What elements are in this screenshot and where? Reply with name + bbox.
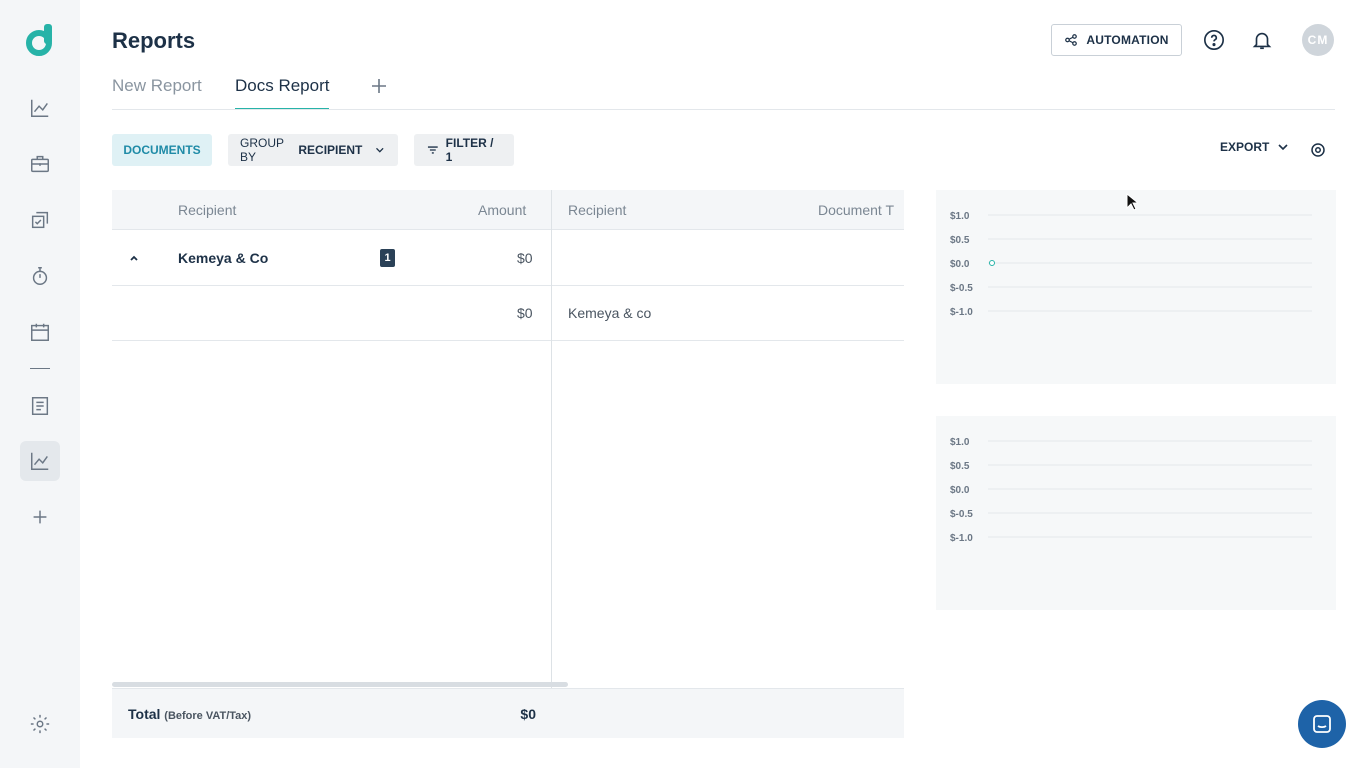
- sidebar-divider: [30, 368, 50, 369]
- chart-2-y-tick-label: $-1.0: [950, 533, 973, 544]
- group-amount: $0: [517, 250, 533, 266]
- table-settings-gear-icon[interactable]: [1309, 141, 1327, 159]
- chart-1-y-tick-label: $0.0: [950, 259, 970, 270]
- document-icon: [31, 397, 49, 415]
- export-label: EXPORT: [1220, 140, 1270, 154]
- notifications-button[interactable]: [1250, 28, 1274, 52]
- briefcase-icon: [31, 155, 49, 173]
- tab-docs-report[interactable]: Docs Report: [235, 76, 330, 110]
- chat-launcher-button[interactable]: [1298, 700, 1346, 748]
- documents-chip[interactable]: DOCUMENTS: [112, 134, 212, 166]
- col-header-amount[interactable]: Amount: [478, 202, 526, 218]
- total-value: $0: [520, 706, 536, 722]
- chart-2: $1.0 $0.5 $0.0 $-0.5 $-1.0: [936, 416, 1336, 610]
- col-header-document-type[interactable]: Document T: [818, 202, 894, 218]
- sidebar-item-dashboard[interactable]: [20, 88, 60, 128]
- chart-2-y-tick-label: $0.5: [950, 461, 970, 472]
- chart-1-y-tick-label: $1.0: [950, 211, 970, 222]
- chart-2-y-tick-label: $-0.5: [950, 509, 973, 520]
- chevron-down-icon: [1278, 144, 1288, 151]
- horizontal-scrollbar[interactable]: [112, 682, 568, 687]
- table-header: Recipient Amount Recipient Document T: [112, 190, 904, 230]
- sidebar-add-button[interactable]: [20, 497, 60, 537]
- automation-label: AUTOMATION: [1086, 33, 1169, 47]
- filter-button[interactable]: FILTER / 1: [414, 134, 514, 166]
- col-header-recipient[interactable]: Recipient: [178, 202, 236, 218]
- col-header-recipient-detail[interactable]: Recipient: [568, 202, 626, 218]
- group-by-value: RECIPIENT: [298, 143, 363, 157]
- bell-icon: [1252, 32, 1272, 50]
- tabs-divider: [112, 109, 1335, 110]
- total-label: Total (Before VAT/Tax): [128, 706, 251, 722]
- chart-1-data-point[interactable]: [989, 260, 995, 266]
- filter-icon: [427, 146, 438, 154]
- help-button[interactable]: [1202, 28, 1226, 52]
- app-logo[interactable]: [26, 24, 54, 56]
- group-name: Kemeya & Co: [178, 250, 269, 266]
- page-title: Reports: [112, 28, 196, 53]
- group-by-prefix: GROUP BY: [240, 136, 284, 164]
- chart-1-y-tick-label: $-0.5: [950, 283, 973, 294]
- chevron-down-icon: [376, 147, 384, 153]
- checklist-icon: [31, 211, 49, 229]
- total-label-text: Total: [128, 706, 161, 722]
- sidebar: [0, 0, 80, 768]
- gear-icon: [30, 714, 50, 734]
- calendar-icon: [31, 323, 49, 341]
- add-tab-plus-icon[interactable]: [369, 76, 389, 96]
- share-nodes-icon: [1065, 34, 1078, 46]
- report-table: Recipient Amount Recipient Document T Ke…: [112, 190, 904, 738]
- chart-2-y-tick-label: $0.0: [950, 485, 970, 496]
- help-icon: [1204, 30, 1224, 50]
- chart-1-y-tick-label: $0.5: [950, 235, 970, 246]
- chart-1-svg: $1.0 $0.5 $0.0 $-0.5 $-1.0: [950, 211, 1312, 318]
- stopwatch-icon: [32, 267, 48, 285]
- sidebar-item-reports[interactable]: [20, 441, 60, 481]
- sidebar-item-projects[interactable]: [20, 144, 60, 184]
- line-chart-icon: [31, 452, 49, 470]
- sidebar-item-timer[interactable]: [20, 256, 60, 296]
- mouse-cursor-icon: [1126, 193, 1138, 211]
- group-count-badge: 1: [380, 249, 395, 267]
- row-amount: $0: [517, 305, 533, 321]
- line-chart-icon: [31, 99, 49, 117]
- table-footer: Total (Before VAT/Tax) $0: [112, 688, 904, 738]
- row-recipient: Kemeya & co: [568, 305, 652, 321]
- chevron-up-icon[interactable]: [128, 252, 140, 264]
- chart-2-y-tick-label: $1.0: [950, 437, 970, 448]
- chart-2-svg: $1.0 $0.5 $0.0 $-0.5 $-1.0: [950, 437, 1312, 544]
- chart-1-y-tick-label: $-1.0: [950, 307, 973, 318]
- table-row[interactable]: [112, 286, 904, 341]
- sidebar-item-tasks[interactable]: [20, 200, 60, 240]
- automation-button[interactable]: AUTOMATION: [1051, 24, 1182, 56]
- tab-new-report[interactable]: New Report: [112, 76, 202, 110]
- sidebar-item-calendar[interactable]: [20, 312, 60, 352]
- column-splitter[interactable]: [551, 190, 552, 738]
- user-avatar[interactable]: CM: [1302, 24, 1334, 56]
- filter-label: FILTER / 1: [445, 136, 494, 164]
- total-label-note: (Before VAT/Tax): [164, 710, 252, 722]
- sidebar-settings[interactable]: [20, 704, 60, 744]
- chat-icon: [1313, 715, 1331, 733]
- plus-icon: [33, 510, 47, 524]
- group-by-dropdown[interactable]: GROUP BY RECIPIENT: [228, 134, 398, 166]
- chart-1: $1.0 $0.5 $0.0 $-0.5 $-1.0: [936, 190, 1336, 384]
- sidebar-item-documents[interactable]: [20, 386, 60, 426]
- export-button[interactable]: EXPORT: [1220, 140, 1289, 154]
